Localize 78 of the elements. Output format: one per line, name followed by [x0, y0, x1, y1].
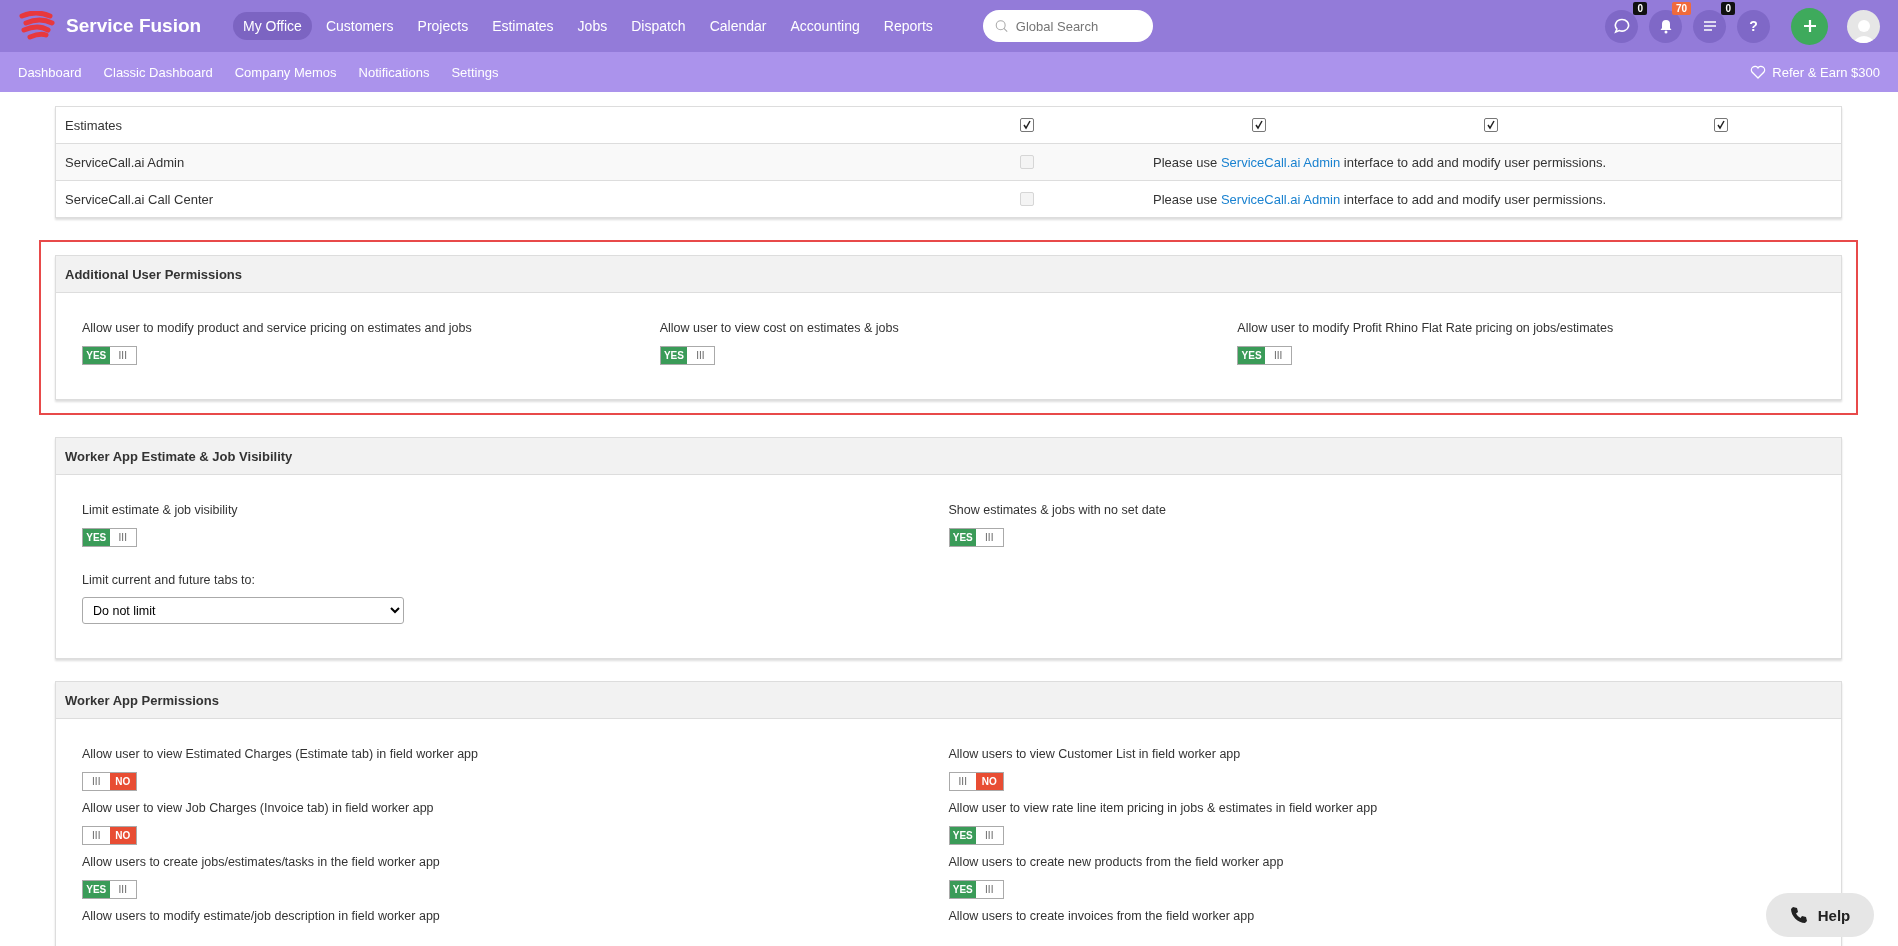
- info-text: Please use ServiceCall.ai Admin interface to add and modify user permissions.: [1153, 191, 1608, 207]
- admin-link[interactable]: ServiceCall.ai Admin: [1220, 154, 1341, 170]
- help-button[interactable]: Help: [1766, 893, 1874, 937]
- check-icon: [1022, 120, 1032, 130]
- nav-tab[interactable]: Projects: [407, 12, 479, 40]
- yes-toggle[interactable]: YES III: [82, 346, 137, 365]
- refer-link[interactable]: Refer & Earn $300: [1772, 64, 1880, 80]
- subnav-link[interactable]: Company Memos: [234, 64, 337, 80]
- setting-label: Allow users to view Customer List in field worker app: [948, 747, 1241, 761]
- subnav-link[interactable]: Classic Dashboard: [103, 64, 213, 80]
- setting-label: Allow users to modify estimate/job description in field worker app: [82, 909, 440, 923]
- nav-tab[interactable]: Reports: [873, 12, 943, 40]
- checkbox[interactable]: [1714, 118, 1728, 132]
- setting-label: Allow user to view cost on estimates & jobs: [659, 321, 899, 335]
- setting-label: Allow user to view Estimated Charges (Estimate tab) in field worker app: [82, 747, 478, 761]
- info-text: Please use ServiceCall.ai Admin interface to add and modify user permissions.: [1153, 154, 1608, 170]
- add-button[interactable]: [1791, 7, 1828, 45]
- no-toggle[interactable]: III NO: [948, 772, 1004, 791]
- count-badge: 0: [1633, 1, 1647, 15]
- count-badge: 70: [1671, 1, 1691, 15]
- setting-label: Show estimates & jobs with no set date: [948, 503, 1166, 517]
- select-label: Limit current and future tabs to:: [82, 573, 256, 587]
- yes-toggle[interactable]: YES III: [948, 880, 1004, 899]
- help-button[interactable]: ?: [1737, 9, 1770, 43]
- check-icon: [1716, 120, 1726, 130]
- panel-title: Worker App Permissions: [56, 682, 1841, 719]
- panel-title: Additional User Permissions: [56, 256, 1841, 293]
- setting-label: Allow user to view Job Charges (Invoice tab) in field worker app: [82, 801, 434, 815]
- chat-icon: [1613, 18, 1630, 34]
- setting-label: Allow user to modify product and service pricing on estimates and jobs: [82, 321, 472, 335]
- logo-icon: [18, 11, 58, 41]
- nav-tab[interactable]: Estimates: [482, 12, 564, 40]
- setting-label: Allow users to create invoices from the field worker app: [948, 909, 1255, 923]
- setting-label: Allow user to modify Profit Rhino Flat Rate pricing on jobs/estimates: [1237, 321, 1614, 335]
- permission-label: ServiceCall.ai Call Center: [64, 191, 215, 207]
- yes-toggle[interactable]: YES III: [948, 528, 1004, 547]
- chat-button[interactable]: [1605, 9, 1638, 43]
- setting-label: Allow user to view rate line item pricing in jobs & estimates in field worker app: [948, 801, 1378, 815]
- search-input[interactable]: Global Search: [1015, 12, 1141, 40]
- checkbox[interactable]: [1020, 118, 1034, 132]
- count-badge: 0: [1721, 1, 1735, 15]
- heart-icon: [1750, 65, 1767, 79]
- nav-tab[interactable]: My Office: [233, 12, 312, 40]
- check-icon: [1486, 120, 1496, 130]
- menu-icon: [1701, 18, 1718, 34]
- yes-toggle[interactable]: YES III: [659, 346, 715, 365]
- yes-toggle[interactable]: YES III: [948, 826, 1004, 845]
- setting-label: Allow users to create jobs/estimates/tasks in the field worker app: [82, 855, 440, 869]
- yes-toggle[interactable]: YES III: [1237, 346, 1293, 365]
- nav-tab[interactable]: Accounting: [780, 12, 870, 40]
- subnav-link[interactable]: Settings: [451, 64, 499, 80]
- no-toggle[interactable]: III NO: [82, 826, 137, 845]
- checkbox[interactable]: [1252, 118, 1266, 132]
- check-icon: [1254, 120, 1264, 130]
- nav-tab[interactable]: Calendar: [699, 12, 777, 40]
- setting-label: Limit estimate & job visibility: [82, 503, 238, 517]
- permission-label: ServiceCall.ai Admin: [64, 154, 186, 170]
- setting-label: Allow users to create new products from the field worker app: [948, 855, 1284, 869]
- search-icon: [994, 18, 1008, 34]
- nav-tab[interactable]: Dispatch: [621, 12, 696, 40]
- brand-name: Service Fusion: [66, 15, 202, 37]
- yes-toggle[interactable]: YES III: [82, 880, 137, 899]
- subnav-link[interactable]: Notifications: [358, 64, 430, 80]
- avatar[interactable]: [1847, 9, 1880, 43]
- subnav-link[interactable]: Dashboard: [18, 64, 82, 80]
- plus-icon: [1801, 18, 1818, 34]
- nav-tab[interactable]: Jobs: [567, 12, 618, 40]
- admin-link[interactable]: ServiceCall.ai Admin: [1220, 191, 1341, 207]
- nav-tab[interactable]: Customers: [315, 12, 404, 40]
- checkbox[interactable]: [1484, 118, 1498, 132]
- panel-title: Worker App Estimate & Job Visibility: [56, 438, 1841, 475]
- tabs-dropdown[interactable]: Do not limit: [82, 597, 404, 624]
- search-field[interactable]: Global Search: [982, 10, 1153, 42]
- yes-toggle[interactable]: YES III: [82, 528, 137, 547]
- permission-label: Estimates: [64, 117, 124, 133]
- no-toggle[interactable]: III NO: [82, 772, 137, 791]
- list-button[interactable]: [1693, 9, 1726, 43]
- phone-icon: [1789, 906, 1808, 924]
